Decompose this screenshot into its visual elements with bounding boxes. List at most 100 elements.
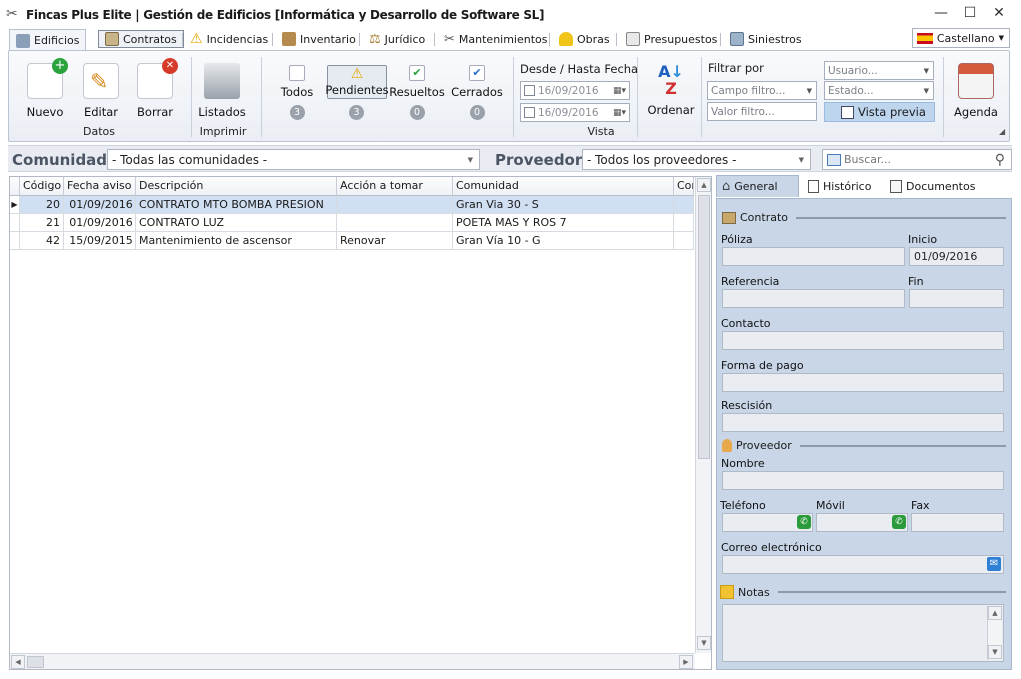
vista-previa-label: Vista previa <box>858 105 926 119</box>
tab-label: General <box>734 180 778 193</box>
tab-mantenimientos[interactable]: ✂ Mantenimientos <box>438 28 554 50</box>
sort-az-icon: A↓ Z <box>658 62 684 98</box>
scroll-down-icon[interactable]: ▼ <box>988 645 1002 659</box>
calendar-icon[interactable]: ▦▾ <box>613 108 626 118</box>
search-icon[interactable]: ⚲ <box>995 152 1005 168</box>
column-header-accion[interactable]: Acción a tomar <box>337 177 453 196</box>
phone-icon[interactable]: ✆ <box>892 515 906 529</box>
cell-descripcion: CONTRATO LUZ <box>136 214 337 232</box>
row-selector-icon: ▶ <box>10 196 20 214</box>
referencia-field[interactable] <box>722 289 905 308</box>
tab-inventario[interactable]: Inventario <box>276 28 362 50</box>
filter-bar: Comunidad - Todas las comunidades - ▼ Pr… <box>8 145 1012 172</box>
calendar-icon[interactable]: ▦▾ <box>613 86 626 96</box>
cerrados-button[interactable]: ✔ Cerrados 0 <box>451 65 503 120</box>
fin-field[interactable] <box>909 289 1004 308</box>
scroll-up-icon[interactable]: ▲ <box>988 606 1002 620</box>
warning-icon: ⚠ <box>350 66 364 82</box>
date-to-picker[interactable]: 16/09/2016 ▦▾ <box>520 103 630 122</box>
scroll-up-icon[interactable]: ▲ <box>697 178 711 192</box>
estado-select[interactable]: Estado... ▼ <box>824 81 934 100</box>
search-input[interactable]: Buscar... ⚲ <box>822 149 1012 170</box>
scroll-left-icon[interactable]: ◀ <box>11 655 25 669</box>
tab-contratos[interactable]: Contratos <box>98 30 184 48</box>
correo-field[interactable] <box>722 555 1004 574</box>
close-button[interactable]: ✕ <box>988 5 1010 23</box>
proveedor-value: - Todos los proveedores - <box>587 152 737 167</box>
building-icon <box>16 33 30 48</box>
warning-icon: ⚠ <box>190 31 203 47</box>
listados-button[interactable]: Listados <box>197 63 247 119</box>
table-row[interactable]: 21 01/09/2016 CONTRATO LUZ POETA MAS Y R… <box>10 214 694 232</box>
horizontal-scrollbar[interactable]: ◀ ▶ <box>10 653 695 669</box>
usuario-select[interactable]: Usuario... ▼ <box>824 61 934 80</box>
forma-pago-field[interactable] <box>722 373 1004 392</box>
column-header-codigo[interactable]: Código <box>20 177 64 196</box>
editar-label: Editar <box>83 105 119 119</box>
helmet-icon <box>559 32 573 46</box>
notas-textarea[interactable]: ▲ ▼ <box>722 604 1004 662</box>
scroll-thumb[interactable] <box>27 656 44 668</box>
contract-icon <box>105 32 119 46</box>
minimize-button[interactable]: — <box>930 5 952 23</box>
proveedor-select[interactable]: - Todos los proveedores - ▼ <box>582 149 811 170</box>
maximize-button[interactable]: ☐ <box>959 5 981 23</box>
scroll-right-icon[interactable]: ▶ <box>679 655 693 669</box>
tab-incidencias[interactable]: ⚠ Incidencias <box>184 28 274 50</box>
resueltos-count-badge: 0 <box>409 105 425 120</box>
tab-historico[interactable]: Histórico <box>803 175 876 197</box>
todos-button[interactable]: Todos 3 <box>275 65 319 120</box>
cell-accion <box>337 196 453 214</box>
tab-siniestros[interactable]: Siniestros <box>724 28 808 50</box>
tab-edificios[interactable]: Edificios <box>9 29 87 51</box>
column-header-descripcion[interactable]: Descripción <box>136 177 337 196</box>
vista-previa-button[interactable]: Vista previa <box>824 102 935 122</box>
fax-field[interactable] <box>911 513 1004 532</box>
tab-label: Siniestros <box>748 32 802 46</box>
table-row[interactable]: ▶ 20 01/09/2016 CONTRATO MTO BOMBA PRESI… <box>10 196 694 214</box>
inicio-field[interactable]: 01/09/2016 <box>909 247 1004 266</box>
date-from-picker[interactable]: 16/09/2016 ▦▾ <box>520 81 630 100</box>
campo-filtro-select[interactable]: Campo filtro... ▼ <box>707 81 817 100</box>
date-from-checkbox[interactable] <box>524 85 535 96</box>
tab-presupuestos[interactable]: Presupuestos <box>620 28 723 50</box>
nuevo-button[interactable]: + Nuevo <box>23 58 68 119</box>
tab-juridico[interactable]: ⚖ Jurídico <box>363 28 431 50</box>
language-select[interactable]: Castellano ▼ <box>912 28 1010 48</box>
phone-icon[interactable]: ✆ <box>797 515 811 529</box>
valor-filtro-placeholder: Valor filtro... <box>711 105 775 118</box>
search-placeholder: Buscar... <box>844 153 892 166</box>
poliza-field[interactable] <box>722 247 905 266</box>
tab-documentos[interactable]: Documentos <box>885 175 980 197</box>
ribbon-expand-icon[interactable]: ◢ <box>999 127 1005 136</box>
tab-obras[interactable]: Obras <box>553 28 616 50</box>
table-row[interactable]: 42 15/09/2015 Mantenimiento de ascensor … <box>10 232 694 250</box>
pendientes-button[interactable]: ⚠ Pendientes <box>325 65 389 99</box>
borrar-button[interactable]: ✕ Borrar <box>133 58 178 119</box>
valor-filtro-input[interactable]: Valor filtro... <box>707 102 817 121</box>
cell-con <box>674 232 694 250</box>
date-to-checkbox[interactable] <box>524 107 535 118</box>
agenda-button[interactable]: Agenda <box>951 63 1001 119</box>
rescision-field[interactable] <box>722 413 1004 432</box>
column-header-con[interactable]: Con <box>674 177 694 196</box>
column-header-comunidad[interactable]: Comunidad <box>453 177 674 196</box>
editar-button[interactable]: ✎ Editar <box>79 63 123 119</box>
agenda-label: Agenda <box>954 105 998 119</box>
email-icon[interactable]: ✉ <box>987 557 1001 571</box>
tab-label: Presupuestos <box>644 32 718 46</box>
cerrados-label: Cerrados <box>451 85 503 99</box>
tools-icon: ✂ <box>444 31 455 47</box>
notes-scrollbar[interactable]: ▲ ▼ <box>987 606 1002 660</box>
column-header-fecha-aviso[interactable]: Fecha aviso <box>64 177 136 196</box>
scroll-down-icon[interactable]: ▼ <box>697 636 711 650</box>
scroll-thumb[interactable] <box>698 195 710 459</box>
contacto-field[interactable] <box>722 331 1004 350</box>
search-box-icon <box>827 153 841 166</box>
vertical-scrollbar[interactable]: ▲ ▼ <box>695 177 711 653</box>
ordenar-button[interactable]: A↓ Z Ordenar <box>645 63 697 117</box>
nombre-field[interactable] <box>722 471 1004 490</box>
resueltos-button[interactable]: ✔ Resueltos 0 <box>389 65 445 120</box>
comunidad-select[interactable]: - Todas las comunidades - ▼ <box>107 149 480 170</box>
tab-general[interactable]: ⌂ General <box>716 175 799 197</box>
